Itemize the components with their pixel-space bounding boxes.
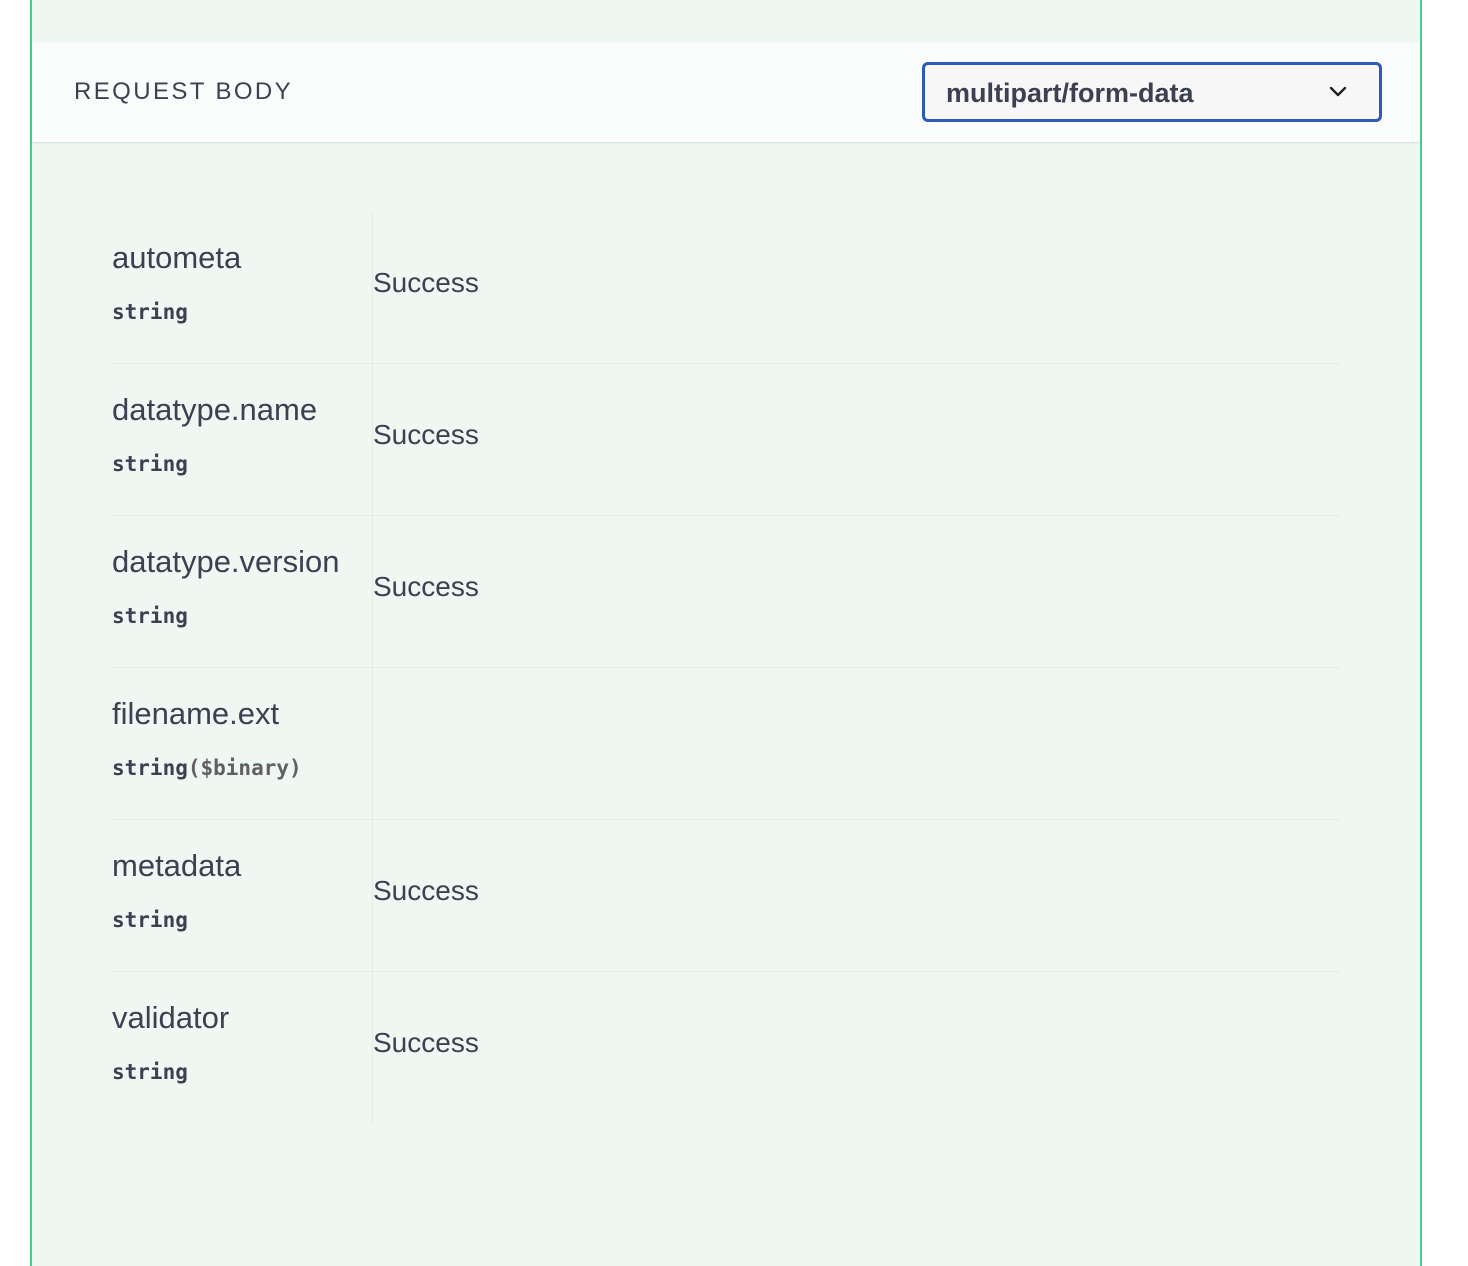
parameter-name-cell: datatype.version string — [112, 516, 373, 667]
parameter-type-label: string — [112, 756, 188, 780]
parameter-type-label: string — [112, 604, 188, 628]
parameter-description: Success — [373, 571, 479, 602]
parameter-row: validator string Success — [112, 972, 1340, 1123]
parameter-row: datatype.name string Success — [112, 364, 1340, 516]
operation-block: REQUEST BODY multipart/form-data automet… — [30, 0, 1422, 1266]
parameter-description: Success — [373, 1027, 479, 1058]
parameter-name: filename.ext — [112, 696, 280, 731]
parameter-name-cell: datatype.name string — [112, 364, 373, 515]
parameter-type: string — [112, 300, 188, 324]
parameter-type: string — [112, 452, 188, 476]
parameter-description: Success — [373, 875, 479, 906]
parameter-row: autometa string Success — [112, 212, 1340, 364]
parameter-description: Success — [373, 419, 479, 450]
parameter-type-label: string — [112, 300, 188, 324]
parameter-type-label: string — [112, 1060, 188, 1084]
parameter-type-label: string — [112, 908, 188, 932]
parameter-type: string — [112, 1060, 188, 1084]
parameter-type-label: string — [112, 452, 188, 476]
parameter-row: datatype.version string Success — [112, 516, 1340, 668]
parameter-description: Success — [373, 267, 479, 298]
parameters-table: autometa string Success datatype.name st… — [112, 212, 1340, 1123]
parameter-type: string — [112, 908, 188, 932]
chevron-down-icon — [1329, 86, 1347, 97]
parameter-type: string($binary) — [112, 756, 302, 780]
parameter-name-cell: filename.ext string($binary) — [112, 668, 373, 819]
parameter-row: filename.ext string($binary) — [112, 668, 1340, 820]
operation-top-strip — [32, 0, 1420, 42]
parameter-format: ($binary) — [187, 756, 302, 780]
content-type-select[interactable]: multipart/form-data — [922, 62, 1382, 122]
parameter-type: string — [112, 604, 188, 628]
request-body-title: REQUEST BODY — [74, 78, 294, 105]
parameter-name-cell: validator string — [112, 972, 373, 1123]
parameter-name: validator — [112, 1000, 230, 1035]
parameter-name: autometa — [112, 240, 242, 275]
parameter-name: datatype.name — [112, 392, 318, 427]
parameter-name-cell: metadata string — [112, 820, 373, 971]
parameter-name-cell: autometa string — [112, 212, 373, 363]
request-body-header: REQUEST BODY multipart/form-data — [32, 42, 1420, 142]
parameter-name: datatype.version — [112, 544, 340, 579]
parameter-row: metadata string Success — [112, 820, 1340, 972]
content-type-value: multipart/form-data — [946, 78, 1194, 108]
parameter-name: metadata — [112, 848, 242, 883]
